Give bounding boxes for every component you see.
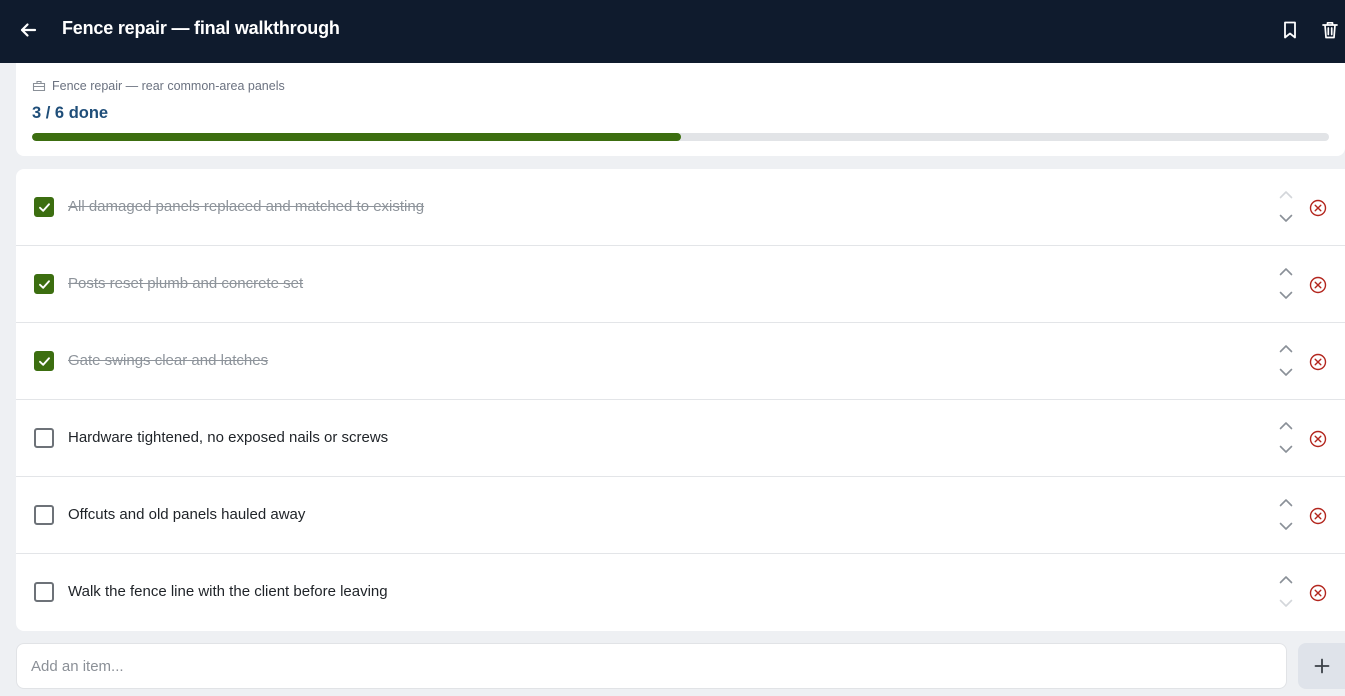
bookmark-icon <box>1284 21 1296 39</box>
move-down-button[interactable] <box>1276 209 1296 227</box>
item-label: Gate swings clear and latches <box>68 352 269 369</box>
project-line: Fence repair — rear common-area panels <box>32 79 285 93</box>
item-checkbox[interactable] <box>34 351 54 371</box>
item-label: Hardware tightened, no exposed nails or … <box>68 429 389 446</box>
checklist: All damaged panels replaced and matched … <box>16 169 1345 631</box>
progress-bar-fill <box>32 133 681 141</box>
close-circle-icon <box>1309 507 1327 525</box>
remove-item-button[interactable] <box>1308 583 1328 603</box>
move-down-button[interactable] <box>1276 286 1296 304</box>
item-checkbox[interactable] <box>34 428 54 448</box>
close-circle-icon <box>1309 353 1327 371</box>
move-down-button[interactable] <box>1276 517 1296 535</box>
checkmark-icon <box>38 279 50 289</box>
chevron-up-icon <box>1279 421 1293 429</box>
close-circle-icon <box>1309 199 1327 217</box>
top-bar: Fence repair — final walkthrough <box>0 0 1345 63</box>
remove-item-button[interactable] <box>1308 506 1328 526</box>
chevron-up-icon <box>1279 344 1293 352</box>
move-up-button[interactable] <box>1276 185 1296 203</box>
move-up-button[interactable] <box>1276 416 1296 434</box>
chevron-up-icon <box>1279 190 1293 198</box>
move-up-button[interactable] <box>1276 493 1296 511</box>
move-down-button[interactable] <box>1276 594 1296 612</box>
chevron-up-icon <box>1279 575 1293 583</box>
move-up-button[interactable] <box>1276 262 1296 280</box>
progress-label: 3 / 6 done <box>32 104 109 122</box>
project-name: Fence repair — rear common-area panels <box>52 79 285 93</box>
item-checkbox[interactable] <box>34 197 54 217</box>
bookmark-button[interactable] <box>1278 18 1302 42</box>
arrow-left-icon <box>20 23 37 37</box>
progress-bar <box>32 133 1329 141</box>
move-up-button[interactable] <box>1276 339 1296 357</box>
item-label: All damaged panels replaced and matched … <box>68 198 425 215</box>
checkmark-icon <box>38 202 50 212</box>
checklist-summary-card: Fence repair — rear common-area panels 3… <box>16 63 1345 156</box>
remove-item-button[interactable] <box>1308 429 1328 449</box>
chevron-down-icon <box>1279 599 1293 607</box>
checkmark-icon <box>38 356 50 366</box>
chevron-down-icon <box>1279 522 1293 530</box>
add-item-button[interactable] <box>1298 643 1345 689</box>
chevron-down-icon <box>1279 445 1293 453</box>
remove-item-button[interactable] <box>1308 198 1328 218</box>
close-circle-icon <box>1309 430 1327 448</box>
checklist-item: Offcuts and old panels hauled away <box>16 477 1345 554</box>
chevron-up-icon <box>1279 498 1293 506</box>
move-down-button[interactable] <box>1276 440 1296 458</box>
checklist-item: Gate swings clear and latches <box>16 323 1345 400</box>
chevron-down-icon <box>1279 291 1293 299</box>
item-checkbox[interactable] <box>34 582 54 602</box>
delete-button[interactable] <box>1318 18 1342 42</box>
chevron-down-icon <box>1279 214 1293 222</box>
close-circle-icon <box>1309 276 1327 294</box>
chevron-down-icon <box>1279 368 1293 376</box>
item-label: Walk the fence line with the client befo… <box>68 583 388 600</box>
add-item-input[interactable] <box>16 643 1287 689</box>
plus-icon <box>1314 658 1329 674</box>
item-label: Offcuts and old panels hauled away <box>68 506 306 523</box>
move-up-button[interactable] <box>1276 570 1296 588</box>
briefcase-icon <box>32 80 46 92</box>
item-checkbox[interactable] <box>34 274 54 294</box>
remove-item-button[interactable] <box>1308 275 1328 295</box>
item-checkbox[interactable] <box>34 505 54 525</box>
close-circle-icon <box>1309 584 1327 602</box>
checklist-item: Posts reset plumb and concrete set <box>16 246 1345 323</box>
move-down-button[interactable] <box>1276 363 1296 381</box>
back-button[interactable] <box>14 16 42 44</box>
page-title: Fence repair — final walkthrough <box>62 18 340 38</box>
item-label: Posts reset plumb and concrete set <box>68 275 304 292</box>
remove-item-button[interactable] <box>1308 352 1328 372</box>
checklist-item: Hardware tightened, no exposed nails or … <box>16 400 1345 477</box>
trash-icon <box>1322 21 1338 39</box>
chevron-up-icon <box>1279 267 1293 275</box>
checklist-item: All damaged panels replaced and matched … <box>16 169 1345 246</box>
checklist-item: Walk the fence line with the client befo… <box>16 554 1345 631</box>
